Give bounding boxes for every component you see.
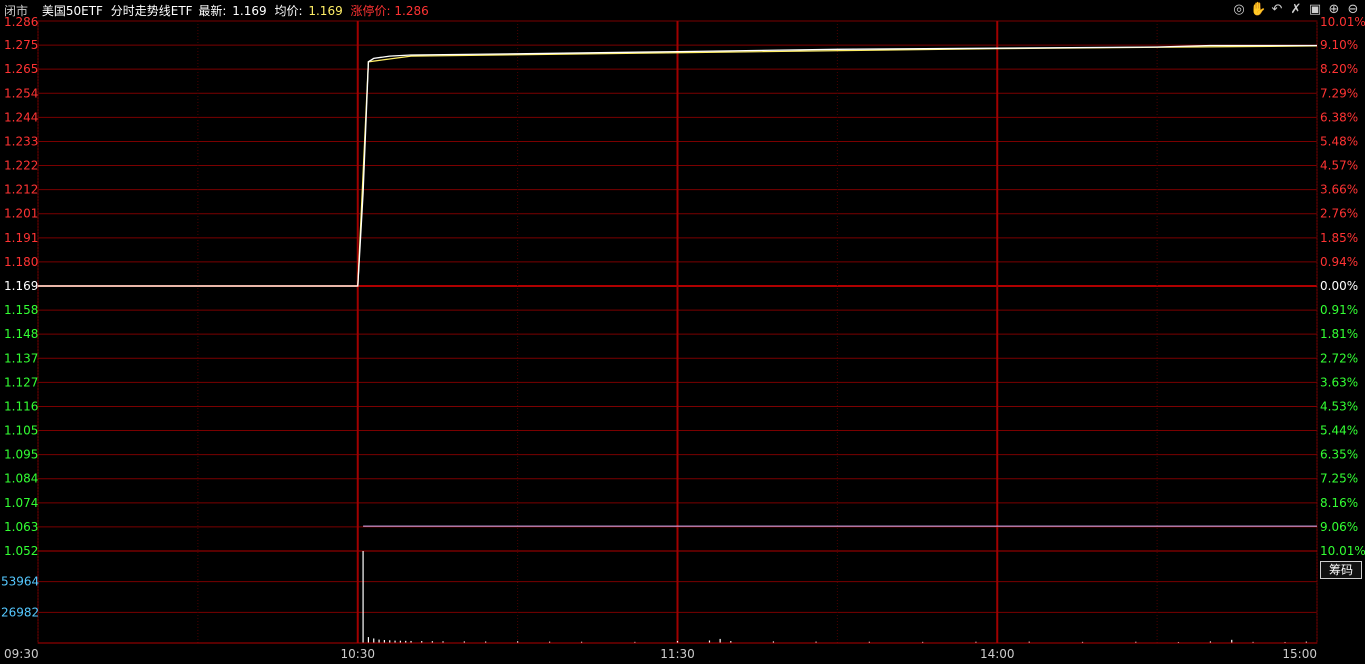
latest-label: 最新: <box>198 4 227 18</box>
market-status: 闭市 <box>4 4 29 18</box>
undo-icon[interactable]: ↶ <box>1269 2 1285 18</box>
price-tick-label: 1.275 <box>4 38 38 52</box>
cross-icon[interactable]: ✗ <box>1288 2 1304 18</box>
pct-tick-label: 7.29% <box>1320 86 1358 100</box>
time-axis-label: 15:00 <box>1282 647 1317 661</box>
time-axis-label: 10:30 <box>340 647 375 661</box>
pct-tick-label: 1.85% <box>1320 231 1358 245</box>
price-tick-label: 1.191 <box>4 231 38 245</box>
pct-tick-label: 10.01% <box>1320 544 1365 558</box>
pct-tick-label: 8.16% <box>1320 496 1358 510</box>
pct-tick-label: 0.94% <box>1320 255 1358 269</box>
price-tick-label: 1.212 <box>4 183 38 197</box>
chart-header: 闭市 美国50ETF 分时走势线ETF 最新: 1.169 均价: 1.169 … <box>4 2 433 20</box>
volume-tick-label: 53964 <box>1 575 39 589</box>
price-tick-label: 1.148 <box>4 327 38 341</box>
pct-tick-label: 4.57% <box>1320 159 1358 173</box>
price-tick-label: 1.233 <box>4 134 38 148</box>
price-tick-label: 1.201 <box>4 207 38 221</box>
price-tick-label: 1.254 <box>4 86 38 100</box>
price-tick-label: 1.158 <box>4 303 38 317</box>
pct-tick-label: 0.91% <box>1320 303 1358 317</box>
time-axis-label: 11:30 <box>660 647 695 661</box>
avg-label: 均价: <box>274 4 303 18</box>
price-tick-label: 1.052 <box>4 544 38 558</box>
avg-value: 1.169 <box>308 4 343 18</box>
limit-value: 1.286 <box>394 4 429 18</box>
chip-distribution-button[interactable]: 筹码 <box>1320 561 1362 579</box>
price-tick-label: 1.095 <box>4 448 38 462</box>
pct-tick-label: 8.20% <box>1320 62 1358 76</box>
price-tick-label: 1.137 <box>4 351 38 365</box>
security-name: 美国50ETF <box>41 4 103 18</box>
pct-tick-label: 5.48% <box>1320 134 1358 148</box>
time-axis-label: 09:30 <box>4 647 39 661</box>
view-name: 分时走势线ETF <box>110 4 193 18</box>
limit-label: 涨停价: <box>350 4 391 18</box>
price-tick-label: 1.127 <box>4 375 38 389</box>
price-tick-label: 1.116 <box>4 399 38 413</box>
intraday-chart[interactable]: 1.286 10.01% 1.275 9.10% 1.265 8.20% 1.254 7.29… <box>0 0 1365 664</box>
pct-tick-label: 2.76% <box>1320 207 1358 221</box>
price-tick-label: 1.063 <box>4 520 38 534</box>
lock-icon[interactable]: ▣ <box>1307 2 1323 18</box>
pct-tick-label: 9.10% <box>1320 38 1358 52</box>
zoom-out-icon[interactable]: ⊖ <box>1345 2 1361 18</box>
price-tick-label: 1.105 <box>4 424 38 438</box>
zoom-in-icon[interactable]: ⊕ <box>1326 2 1342 18</box>
pct-tick-label: 6.38% <box>1320 110 1358 124</box>
pct-tick-label: 0.00% <box>1320 279 1358 293</box>
pct-tick-label: 4.53% <box>1320 399 1358 413</box>
price-tick-label: 1.169 <box>4 279 38 293</box>
pct-tick-label: 1.81% <box>1320 327 1358 341</box>
latest-value: 1.169 <box>232 4 267 18</box>
pct-tick-label: 3.63% <box>1320 375 1358 389</box>
pct-tick-label: 2.72% <box>1320 351 1358 365</box>
hand-icon[interactable]: ✋ <box>1250 2 1266 18</box>
price-tick-label: 1.265 <box>4 62 38 76</box>
pct-tick-label: 7.25% <box>1320 472 1358 486</box>
pct-tick-label: 9.06% <box>1320 520 1358 534</box>
eye-icon[interactable]: ◎ <box>1231 2 1247 18</box>
price-tick-label: 1.222 <box>4 159 38 173</box>
pct-tick-label: 3.66% <box>1320 183 1358 197</box>
pct-tick-label: 5.44% <box>1320 424 1358 438</box>
time-axis-label: 14:00 <box>980 647 1015 661</box>
volume-tick-label: 26982 <box>1 605 39 619</box>
price-tick-label: 1.074 <box>4 496 38 510</box>
price-tick-label: 1.084 <box>4 472 38 486</box>
pct-tick-label: 6.35% <box>1320 448 1358 462</box>
price-tick-label: 1.180 <box>4 255 38 269</box>
price-tick-label: 1.244 <box>4 110 38 124</box>
chart-toolbar: ◎ ✋ ↶ ✗ ▣ ⊕ ⊖ <box>1231 2 1361 20</box>
